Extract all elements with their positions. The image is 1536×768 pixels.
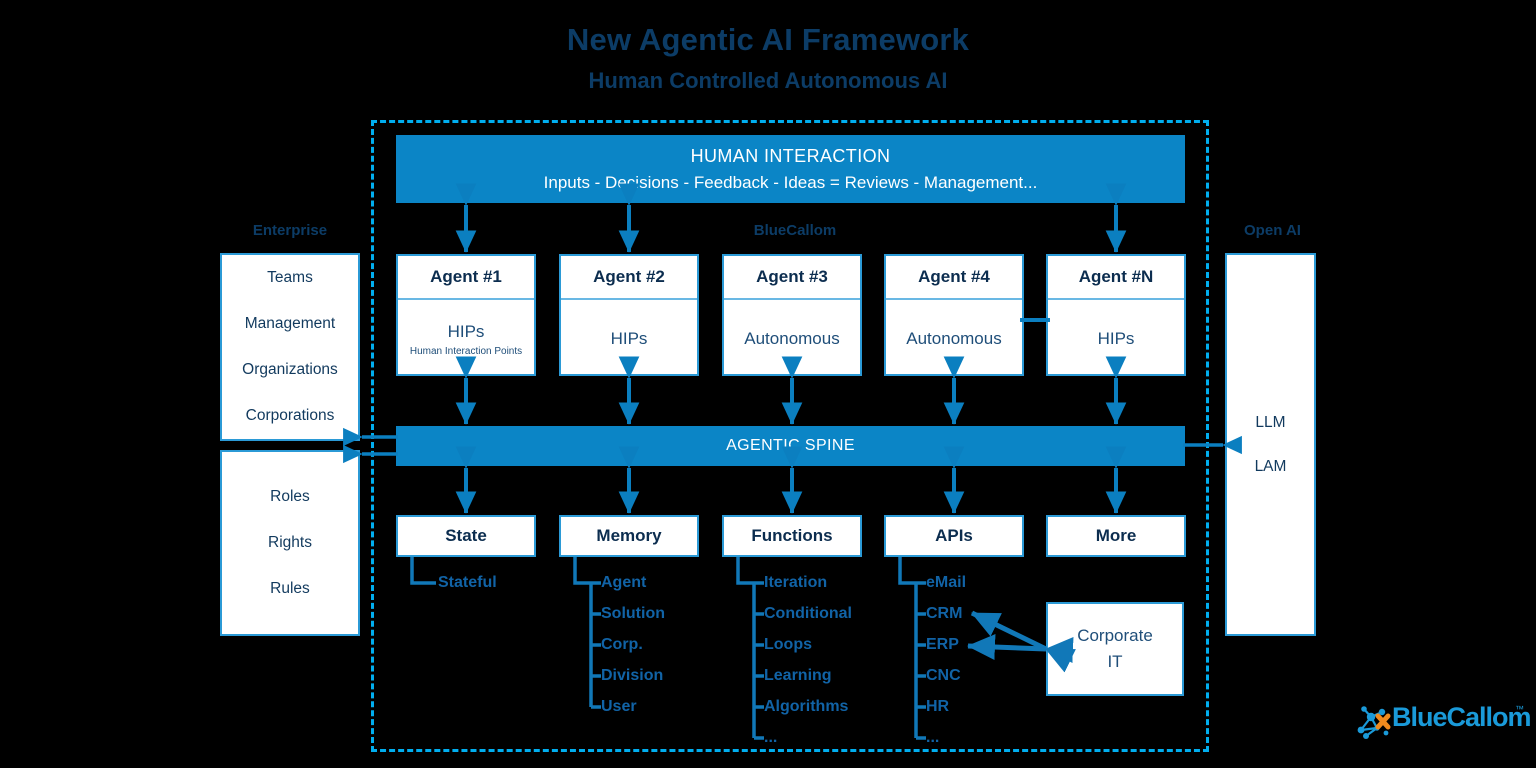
apis-item-crm: CRM — [926, 605, 963, 622]
agentic-spine-bar: AGENTIC SPINE — [396, 426, 1185, 466]
agent-3-title: Agent #3 — [724, 256, 860, 300]
diagram-canvas: New Agentic AI Framework Human Controlle… — [0, 0, 1536, 768]
caption-enterprise: Enterprise — [252, 222, 328, 239]
agent-n-title: Agent #N — [1048, 256, 1184, 300]
functions-item-loops: Loops — [764, 636, 812, 653]
human-interaction-subtitle: Inputs - Decisions - Feedback - Ideas = … — [543, 172, 1038, 192]
agent-3-mode: Autonomous — [744, 329, 840, 348]
enterprise-item-corporations: Corporations — [245, 407, 335, 424]
openai-item-llm: LLM — [1255, 413, 1286, 431]
enterprise-item-organizations: Organizations — [242, 361, 338, 378]
caption-openai: Open AI — [1244, 222, 1301, 239]
agent-card-4: Agent #4 Autonomous — [884, 254, 1024, 376]
memory-item-agent: Agent — [601, 574, 647, 591]
apis-item-email: eMail — [926, 574, 967, 591]
capability-card-memory: Memory — [559, 515, 699, 557]
corporate-it-box: Corporate IT — [1046, 602, 1184, 696]
openai-item-lam: LAM — [1254, 457, 1287, 475]
functions-item-algorithms: Algorithms — [764, 698, 849, 715]
memory-item-user: User — [601, 698, 637, 715]
agent-card-2: Agent #2 HIPs — [559, 254, 699, 376]
capability-card-apis: APIs — [884, 515, 1024, 557]
apis-item-cnc: CNC — [926, 667, 961, 684]
functions-item-iteration: Iteration — [764, 574, 828, 591]
human-interaction-title: HUMAN INTERACTION — [690, 145, 891, 166]
rules-item-rules: Rules — [270, 580, 310, 597]
rules-item-rights: Rights — [268, 534, 312, 551]
agent-2-mode: HIPs — [610, 329, 648, 348]
apis-item-hr: HR — [926, 698, 950, 715]
apis-item-more: ... — [926, 729, 940, 746]
bluecallom-logo[interactable]: BlueCallom ™ — [1352, 700, 1532, 746]
page-title: New Agentic AI Framework — [566, 22, 970, 57]
apis-item-erp: ERP — [926, 636, 959, 653]
caption-bluecallom: BlueCallom — [753, 222, 837, 239]
memory-item-solution: Solution — [601, 605, 665, 622]
agent-1-title: Agent #1 — [398, 256, 534, 300]
enterprise-panel: Teams Management Organizations Corporati… — [220, 253, 360, 441]
enterprise-item-management: Management — [244, 315, 336, 332]
page-subtitle: Human Controlled Autonomous AI — [588, 68, 948, 93]
agent-n-mode: HIPs — [1097, 329, 1135, 348]
human-interaction-banner: HUMAN INTERACTION Inputs - Decisions - F… — [396, 135, 1185, 203]
functions-item-conditional: Conditional — [764, 605, 852, 622]
capability-card-state: State — [396, 515, 536, 557]
logo-network-icon — [1357, 706, 1391, 739]
corporate-it-line2: IT — [1107, 652, 1123, 671]
functions-item-more: ... — [764, 729, 778, 746]
enterprise-item-teams: Teams — [267, 269, 313, 286]
agent-1-mode: HIPs — [447, 321, 485, 341]
agent-2-title: Agent #2 — [561, 256, 697, 300]
functions-item-learning: Learning — [764, 667, 832, 684]
logo-trademark: ™ — [1515, 704, 1524, 714]
agent-card-1: Agent #1 HIPs Human Interaction Points — [396, 254, 536, 376]
rules-item-roles: Roles — [270, 488, 310, 505]
memory-item-division: Division — [601, 667, 664, 684]
state-item-stateful: Stateful — [438, 574, 497, 591]
corporate-it-line1: Corporate — [1077, 626, 1153, 645]
agent-card-3: Agent #3 Autonomous — [722, 254, 862, 376]
openai-panel: LLM LAM — [1225, 253, 1316, 636]
logo-wordmark: BlueCallom — [1392, 702, 1532, 732]
capability-card-functions: Functions — [722, 515, 862, 557]
memory-item-corp: Corp. — [601, 636, 643, 653]
agent-4-mode: Autonomous — [906, 329, 1002, 348]
agent-card-n: Agent #N HIPs — [1046, 254, 1186, 376]
rules-panel: Roles Rights Rules — [220, 450, 360, 636]
agent-4-title: Agent #4 — [886, 256, 1022, 300]
agent-1-mode-sub: Human Interaction Points — [409, 345, 523, 357]
capability-card-more: More — [1046, 515, 1186, 557]
